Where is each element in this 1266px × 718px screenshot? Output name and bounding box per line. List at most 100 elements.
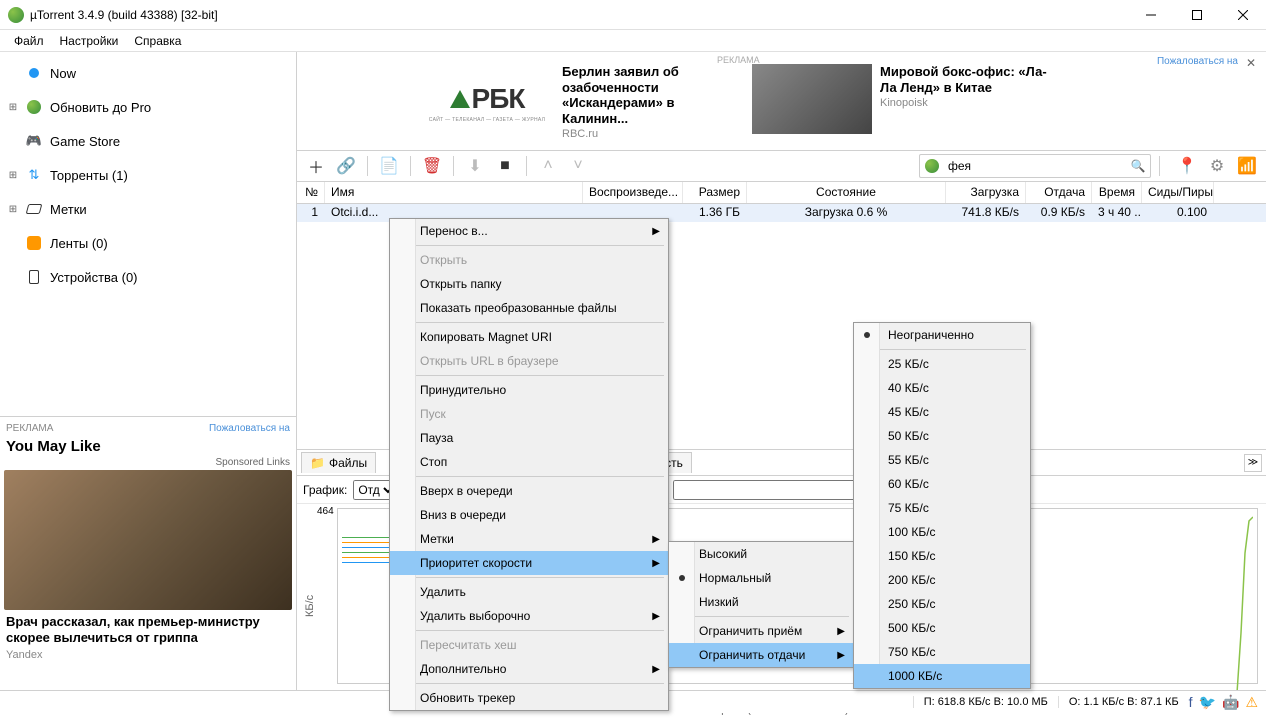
maximize-button[interactable] xyxy=(1174,0,1220,30)
context-menu-item[interactable]: Пересчитать хеш xyxy=(390,633,668,657)
search-icon[interactable]: 🔍 xyxy=(1126,159,1150,173)
news-item-2[interactable]: Мировой бокс-офис: «Ла-Ла Ленд» в Китае … xyxy=(752,64,1060,134)
sidebar-item-torrents[interactable]: ⊞⇅ Торренты (1) xyxy=(0,158,296,192)
submenu-arrow-icon: ▶ xyxy=(837,626,845,637)
context-menu-item[interactable]: Дополнительно▶ xyxy=(390,657,668,681)
context-menu-item[interactable]: 500 КБ/с xyxy=(854,616,1030,640)
context-menu-item[interactable]: 25 КБ/с xyxy=(854,352,1030,376)
context-menu-item[interactable]: Пуск xyxy=(390,402,668,426)
submenu-arrow-icon: ▶ xyxy=(652,558,660,569)
sidebar-item-devices[interactable]: Устройства (0) xyxy=(0,260,296,294)
sidebar-item-gamestore[interactable]: 🎮 Game Store xyxy=(0,124,296,158)
sidebar-item-labels[interactable]: ⊞ Метки xyxy=(0,192,296,226)
context-menu-item[interactable]: 250 КБ/с xyxy=(854,592,1030,616)
context-menu-item[interactable]: 1000 КБ/с xyxy=(854,664,1030,688)
move-down-button[interactable]: ˅ xyxy=(565,153,591,179)
col-name[interactable]: Имя xyxy=(325,182,583,203)
context-menu-item[interactable]: 150 КБ/с xyxy=(854,544,1030,568)
create-torrent-button[interactable]: 📄 xyxy=(376,153,402,179)
context-menu-item[interactable]: 60 КБ/с xyxy=(854,472,1030,496)
col-status[interactable]: Состояние xyxy=(747,182,946,203)
context-menu-item[interactable]: Высокий xyxy=(669,542,853,566)
context-menu-item[interactable]: 750 КБ/с xyxy=(854,640,1030,664)
tabs-more-button[interactable]: ≫ xyxy=(1244,454,1262,472)
context-menu-item[interactable]: Ограничить приём▶ xyxy=(669,619,853,643)
sidebar-item-now[interactable]: Now xyxy=(0,56,296,90)
context-menu-item[interactable]: 200 КБ/с xyxy=(854,568,1030,592)
context-menu-item[interactable]: 50 КБ/с xyxy=(854,424,1030,448)
context-menu-item[interactable]: Открыть xyxy=(390,248,668,272)
context-menu-item[interactable]: Обновить трекер xyxy=(390,686,668,710)
expand-icon[interactable]: ⊞ xyxy=(8,102,18,113)
col-size[interactable]: Размер xyxy=(683,182,747,203)
menu-help[interactable]: Справка xyxy=(126,32,189,50)
twitter-icon[interactable]: 🐦 xyxy=(1199,694,1216,711)
close-button[interactable] xyxy=(1220,0,1266,30)
context-menu-item[interactable]: Стоп xyxy=(390,450,668,474)
col-down[interactable]: Загрузка xyxy=(946,182,1026,203)
sidebar-item-upgrade[interactable]: ⊞ Обновить до Pro xyxy=(0,90,296,124)
context-menu-item[interactable]: Принудительно xyxy=(390,378,668,402)
delete-button[interactable]: 🗑 xyxy=(419,153,445,179)
sidebar-item-feeds[interactable]: Ленты (0) xyxy=(0,226,296,260)
news-item-1[interactable]: Берлин заявил об озабоченности «Искандер… xyxy=(562,64,742,140)
search-input[interactable] xyxy=(944,159,1126,173)
context-menu-item[interactable]: Удалить выборочно▶ xyxy=(390,604,668,628)
context-menu-item[interactable]: Ограничить отдачи▶ xyxy=(669,643,853,667)
expand-icon[interactable]: ⊞ xyxy=(8,170,18,181)
context-menu-item[interactable]: Удалить xyxy=(390,580,668,604)
col-up[interactable]: Отдача xyxy=(1026,182,1092,203)
ad-title[interactable]: Врач рассказал, как премьер-министру ско… xyxy=(4,610,292,649)
ad-image[interactable] xyxy=(4,470,292,610)
add-torrent-button[interactable]: ＋ xyxy=(303,153,329,179)
minimize-button[interactable] xyxy=(1128,0,1174,30)
ad-complain[interactable]: Пожаловаться на xyxy=(1157,56,1238,67)
context-menu-item[interactable]: Перенос в...▶ xyxy=(390,219,668,243)
context-menu-item[interactable]: Нормальный xyxy=(669,566,853,590)
add-url-button[interactable]: 🔗 xyxy=(333,153,359,179)
warning-icon[interactable]: ⚠ xyxy=(1245,694,1258,711)
android-icon[interactable]: 🤖 xyxy=(1222,694,1239,711)
context-menu-item[interactable]: 75 КБ/с xyxy=(854,496,1030,520)
context-menu-item[interactable]: Метки▶ xyxy=(390,527,668,551)
menu-settings[interactable]: Настройки xyxy=(52,32,127,50)
move-up-button[interactable]: ˄ xyxy=(535,153,561,179)
search-engine-icon[interactable] xyxy=(925,159,939,173)
remote-button[interactable]: 📍 xyxy=(1174,153,1200,179)
context-menu-item[interactable]: Низкий xyxy=(669,590,853,614)
col-num[interactable]: № xyxy=(297,182,325,203)
tab-files[interactable]: 📁Файлы xyxy=(301,452,376,473)
menu-file[interactable]: Файл xyxy=(6,32,52,50)
y-axis-label: КБ/с xyxy=(304,595,316,617)
col-play[interactable]: Воспроизведе... xyxy=(583,182,683,203)
context-menu-item[interactable]: Показать преобразованные файлы xyxy=(390,296,668,320)
context-menu-item[interactable]: Пауза xyxy=(390,426,668,450)
context-menu-item[interactable]: Неограниченно xyxy=(854,323,1030,347)
context-menu-item[interactable]: 40 КБ/с xyxy=(854,376,1030,400)
rbk-logo[interactable]: РБК САЙТ — ТЕЛЕКАНАЛ — ГАЗЕТА — ЖУРНАЛ xyxy=(422,68,552,138)
rbk-text: РБК xyxy=(472,83,525,114)
context-menu-item[interactable]: Открыть папку xyxy=(390,272,668,296)
col-time[interactable]: Время xyxy=(1092,182,1142,203)
ad-heading: You May Like xyxy=(4,436,292,457)
context-menu-item[interactable]: 45 КБ/с xyxy=(854,400,1030,424)
context-menu-item[interactable]: Копировать Magnet URI xyxy=(390,325,668,349)
ad-complain[interactable]: Пожаловаться на xyxy=(209,423,290,434)
subscribe-button[interactable]: 📶 xyxy=(1234,153,1260,179)
stop-button[interactable]: ■ xyxy=(492,153,518,179)
context-menu-item[interactable]: Вверх в очереди xyxy=(390,479,668,503)
col-seeds[interactable]: Сиды/Пиры xyxy=(1142,182,1214,203)
preferences-button[interactable]: ⚙ xyxy=(1204,153,1230,179)
context-menu-item[interactable]: Открыть URL в браузере xyxy=(390,349,668,373)
facebook-icon[interactable]: f xyxy=(1189,694,1193,710)
search-box: 🔍 xyxy=(919,154,1151,178)
expand-icon[interactable]: ⊞ xyxy=(8,204,18,215)
cell-time: 3 ч 40 ... xyxy=(1092,204,1142,222)
start-button[interactable]: ⬇ xyxy=(462,153,488,179)
y-max-value: 464 xyxy=(317,506,334,517)
context-menu-item[interactable]: Приоритет скорости▶ xyxy=(390,551,668,575)
context-menu-item[interactable]: 55 КБ/с xyxy=(854,448,1030,472)
ad-close-icon[interactable]: ✕ xyxy=(1246,56,1256,70)
context-menu-item[interactable]: 100 КБ/с xyxy=(854,520,1030,544)
context-menu-item[interactable]: Вниз в очереди xyxy=(390,503,668,527)
